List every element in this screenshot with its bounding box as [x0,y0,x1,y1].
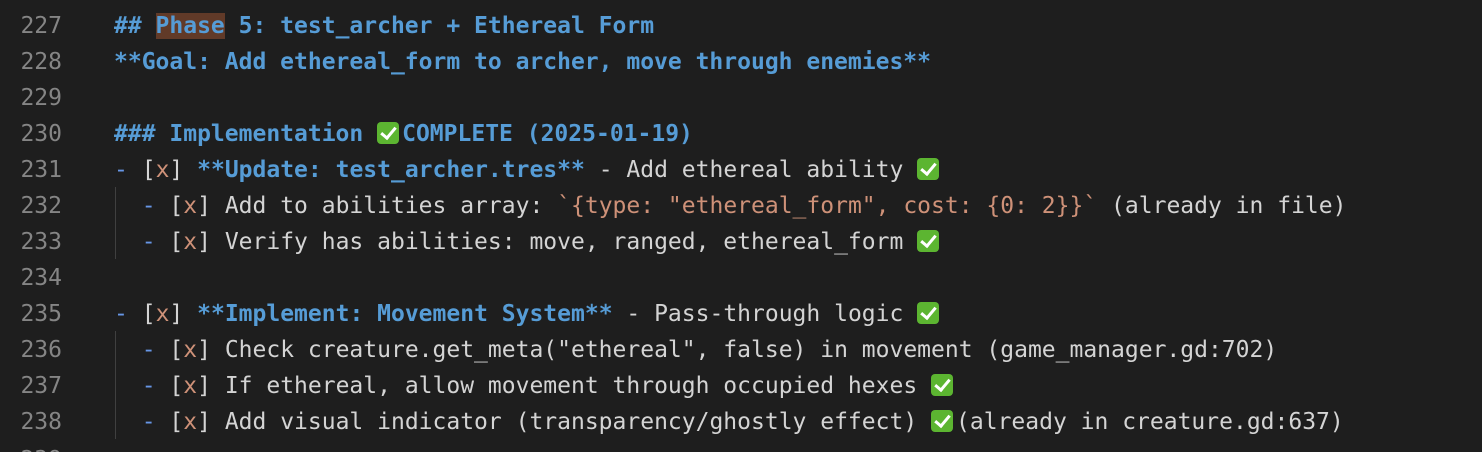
checkmark-icon [931,374,954,396]
code-token: Phase [155,13,225,39]
code-token: If ethereal, allow movement through occu… [224,373,932,399]
editor-line[interactable]: 236 - [x] Check creature.get_meta("ether… [0,332,1482,368]
line-number: 230 [20,121,62,147]
line-content: - [x] Add to abilities array: `{type: "e… [114,188,1347,224]
code-token: COMPLETE (2025-01-19) [402,121,693,147]
code-token: [ [141,301,156,327]
code-token: - [114,301,142,327]
code-token: ] [197,193,225,219]
line-content: ### Implementation COMPLETE (2025-01-19) [114,116,693,152]
code-token: [ [169,337,184,363]
code-token: Add to abilities array: [224,193,558,219]
line-content: - [x] **Implement: Movement System** - P… [114,296,942,332]
line-content: - [x] Verify has abilities: move, ranged… [114,224,942,260]
line-number: 235 [20,301,62,327]
line-number: 238 [20,409,62,435]
code-token: ] [197,409,225,435]
checkmark-icon [917,158,940,180]
line-number: 237 [20,373,62,399]
code-token: ] [197,337,225,363]
editor-line[interactable]: 227 ## Phase 5: test_archer + Ethereal Fo… [0,8,1482,44]
code-token: ### Implementation [114,121,378,147]
line-number: 231 [20,157,62,183]
code-token: **Goal: Add ethereal_form to archer, mov… [114,49,931,75]
line-number: 236 [20,337,62,363]
code-token: 5: test_archer + Ethereal Form [224,13,655,39]
editor-line[interactable]: 230 ### Implementation COMPLETE (2025-01-… [0,116,1482,152]
code-token: - Pass-through logic [612,301,918,327]
code-token: [ [169,373,184,399]
line-number: 229 [20,85,62,111]
code-token: x [183,337,198,363]
code-token: x [155,157,170,183]
code-token: [ [141,157,156,183]
code-token: (already in creature.gd:637) [956,409,1344,435]
code-token: **Implement: Movement System** [197,301,613,327]
code-token: [ [169,193,184,219]
code-token: - [114,373,170,399]
code-token: - [114,337,170,363]
line-content: - [x] **Update: test_archer.tres** - Add… [114,152,942,188]
line-number-partial: 239 [0,442,62,452]
code-token: ] [169,157,198,183]
editor-line[interactable]: 233 - [x] Verify has abilities: move, ra… [0,224,1482,260]
checkmark-icon [931,410,954,432]
line-number: 227 [20,13,62,39]
code-token: Verify has abilities: move, ranged, ethe… [224,229,918,255]
checkmark-icon [917,302,940,324]
code-token: `{type: "ethereal_form", cost: {0: 2}}` [557,193,1098,219]
code-token: - [114,157,142,183]
code-token: ] [169,301,198,327]
code-token: - [114,229,170,255]
code-token: x [155,301,170,327]
code-token: [ [169,229,184,255]
line-number: 232 [20,193,62,219]
checkmark-icon [917,230,940,252]
editor-line[interactable]: 229 [0,80,1482,116]
code-token: Check creature.get_meta("ethereal", fals… [224,337,1278,363]
code-token: - [114,409,170,435]
line-number: 234 [20,265,62,291]
code-token: x [183,409,198,435]
code-token: **Update: test_archer.tres** [197,157,585,183]
code-token: x [183,193,198,219]
code-token: ## [114,13,156,39]
code-token: ] [197,229,225,255]
code-token: x [183,229,198,255]
code-token: [ [169,409,184,435]
line-content: **Goal: Add ethereal_form to archer, mov… [114,44,931,80]
line-number: 228 [20,49,62,75]
code-token: ] [197,373,225,399]
code-token: (already in file) [1097,193,1347,219]
checkmark-icon [377,122,400,144]
line-content: ## Phase 5: test_archer + Ethereal Form [114,8,654,44]
editor-line[interactable]: 238 - [x] Add visual indicator (transpar… [0,404,1482,440]
editor-line[interactable]: 232 - [x] Add to abilities array: `{type… [0,188,1482,224]
code-token: x [183,373,198,399]
line-content: - [x] Check creature.get_meta("ethereal"… [114,332,1278,368]
code-token: - [114,193,170,219]
editor-line[interactable]: 235 - [x] **Implement: Movement System** … [0,296,1482,332]
editor-line[interactable]: 237 - [x] If ethereal, allow movement th… [0,368,1482,404]
editor-line[interactable]: 231 - [x] **Update: test_archer.tres** - … [0,152,1482,188]
code-token: - Add ethereal ability [584,157,918,183]
code-editor[interactable]: 239 227 ## Phase 5: test_archer + Etherea… [0,0,1482,452]
line-number: 233 [20,229,62,255]
editor-line[interactable]: 234 [0,260,1482,296]
code-token: Add visual indicator (transparency/ghost… [224,409,932,435]
editor-line[interactable]: 228 **Goal: Add ethereal_form to archer, … [0,44,1482,80]
line-content: - [x] If ethereal, allow movement throug… [114,368,956,404]
line-content: - [x] Add visual indicator (transparency… [114,404,1344,440]
